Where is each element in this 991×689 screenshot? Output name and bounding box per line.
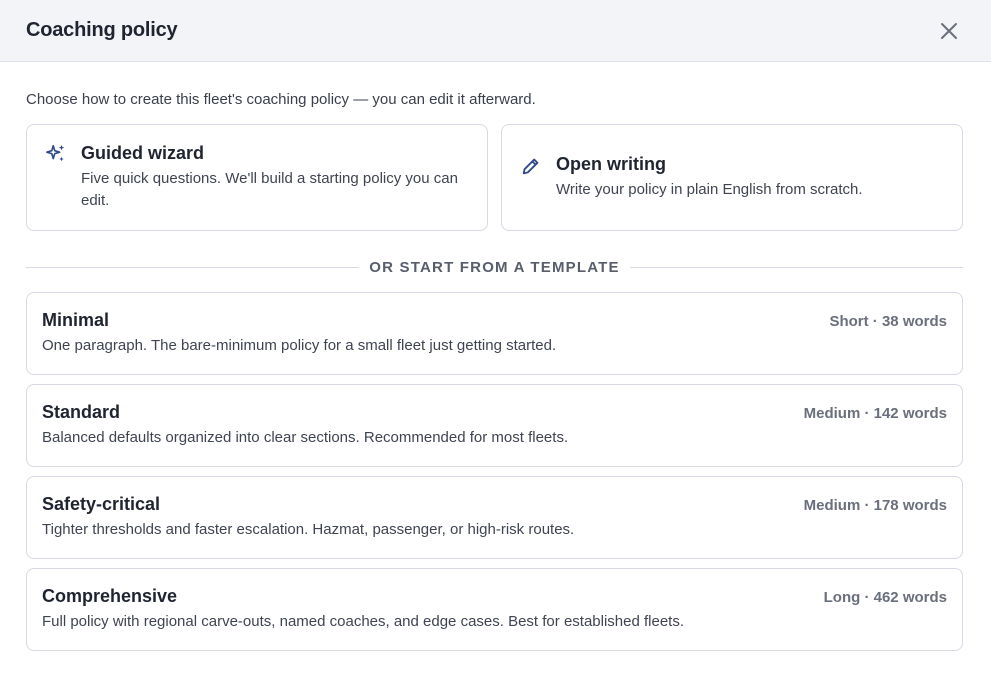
sparkles-icon <box>46 144 65 162</box>
template-safety-critical[interactable]: Safety-critical Medium · 178 words Tight… <box>26 476 963 559</box>
option-title: Open writing <box>556 154 666 174</box>
pencil-icon <box>522 158 539 175</box>
template-meta: Long · 462 words <box>823 589 947 606</box>
template-meta: Short · 38 words <box>829 313 947 330</box>
dialog-title: Coaching policy <box>26 19 178 41</box>
intro-text: Choose how to create this fleet's coachi… <box>26 91 536 108</box>
template-minimal[interactable]: Minimal Short · 38 words One paragraph. … <box>26 292 963 375</box>
template-meta: Medium · 178 words <box>803 497 947 514</box>
template-name: Standard <box>42 402 121 422</box>
template-list: Minimal Short · 38 words One paragraph. … <box>26 292 963 651</box>
template-name: Minimal <box>42 310 110 330</box>
guided-wizard-option[interactable]: Guided wizard Five quick questions. We'l… <box>26 124 488 231</box>
template-meta: Medium · 142 words <box>803 405 947 422</box>
close-icon <box>941 22 957 39</box>
dialog-body: Choose how to create this fleet's coachi… <box>0 91 991 651</box>
template-standard[interactable]: Standard Medium · 142 words Balanced def… <box>26 384 963 467</box>
template-description: Tighter thresholds and faster escalation… <box>42 521 575 538</box>
template-description: Balanced defaults organized into clear s… <box>42 429 569 446</box>
option-description: Five quick questions. We'll build a star… <box>81 170 458 209</box>
template-description: Full policy with regional carve-outs, na… <box>42 613 685 630</box>
template-name: Safety-critical <box>42 494 161 514</box>
divider-label: OR START FROM A TEMPLATE <box>369 258 620 276</box>
divider-line <box>629 266 964 268</box>
creation-options: Guided wizard Five quick questions. We'l… <box>26 124 963 231</box>
template-comprehensive[interactable]: Comprehensive Long · 462 words Full poli… <box>26 568 963 651</box>
dialog-header: Coaching policy <box>0 0 991 62</box>
option-description: Write your policy in plain English from … <box>556 181 863 198</box>
option-title: Guided wizard <box>81 143 205 163</box>
coaching-policy-dialog: Coaching policy Choose how to create thi… <box>0 0 991 689</box>
template-name: Comprehensive <box>42 586 178 606</box>
template-description: One paragraph. The bare-minimum policy f… <box>42 337 557 354</box>
template-divider: OR START FROM A TEMPLATE <box>26 256 964 278</box>
divider-line <box>26 266 360 268</box>
close-button[interactable] <box>937 19 961 43</box>
open-writing-option[interactable]: Open writing Write your policy in plain … <box>501 124 963 231</box>
